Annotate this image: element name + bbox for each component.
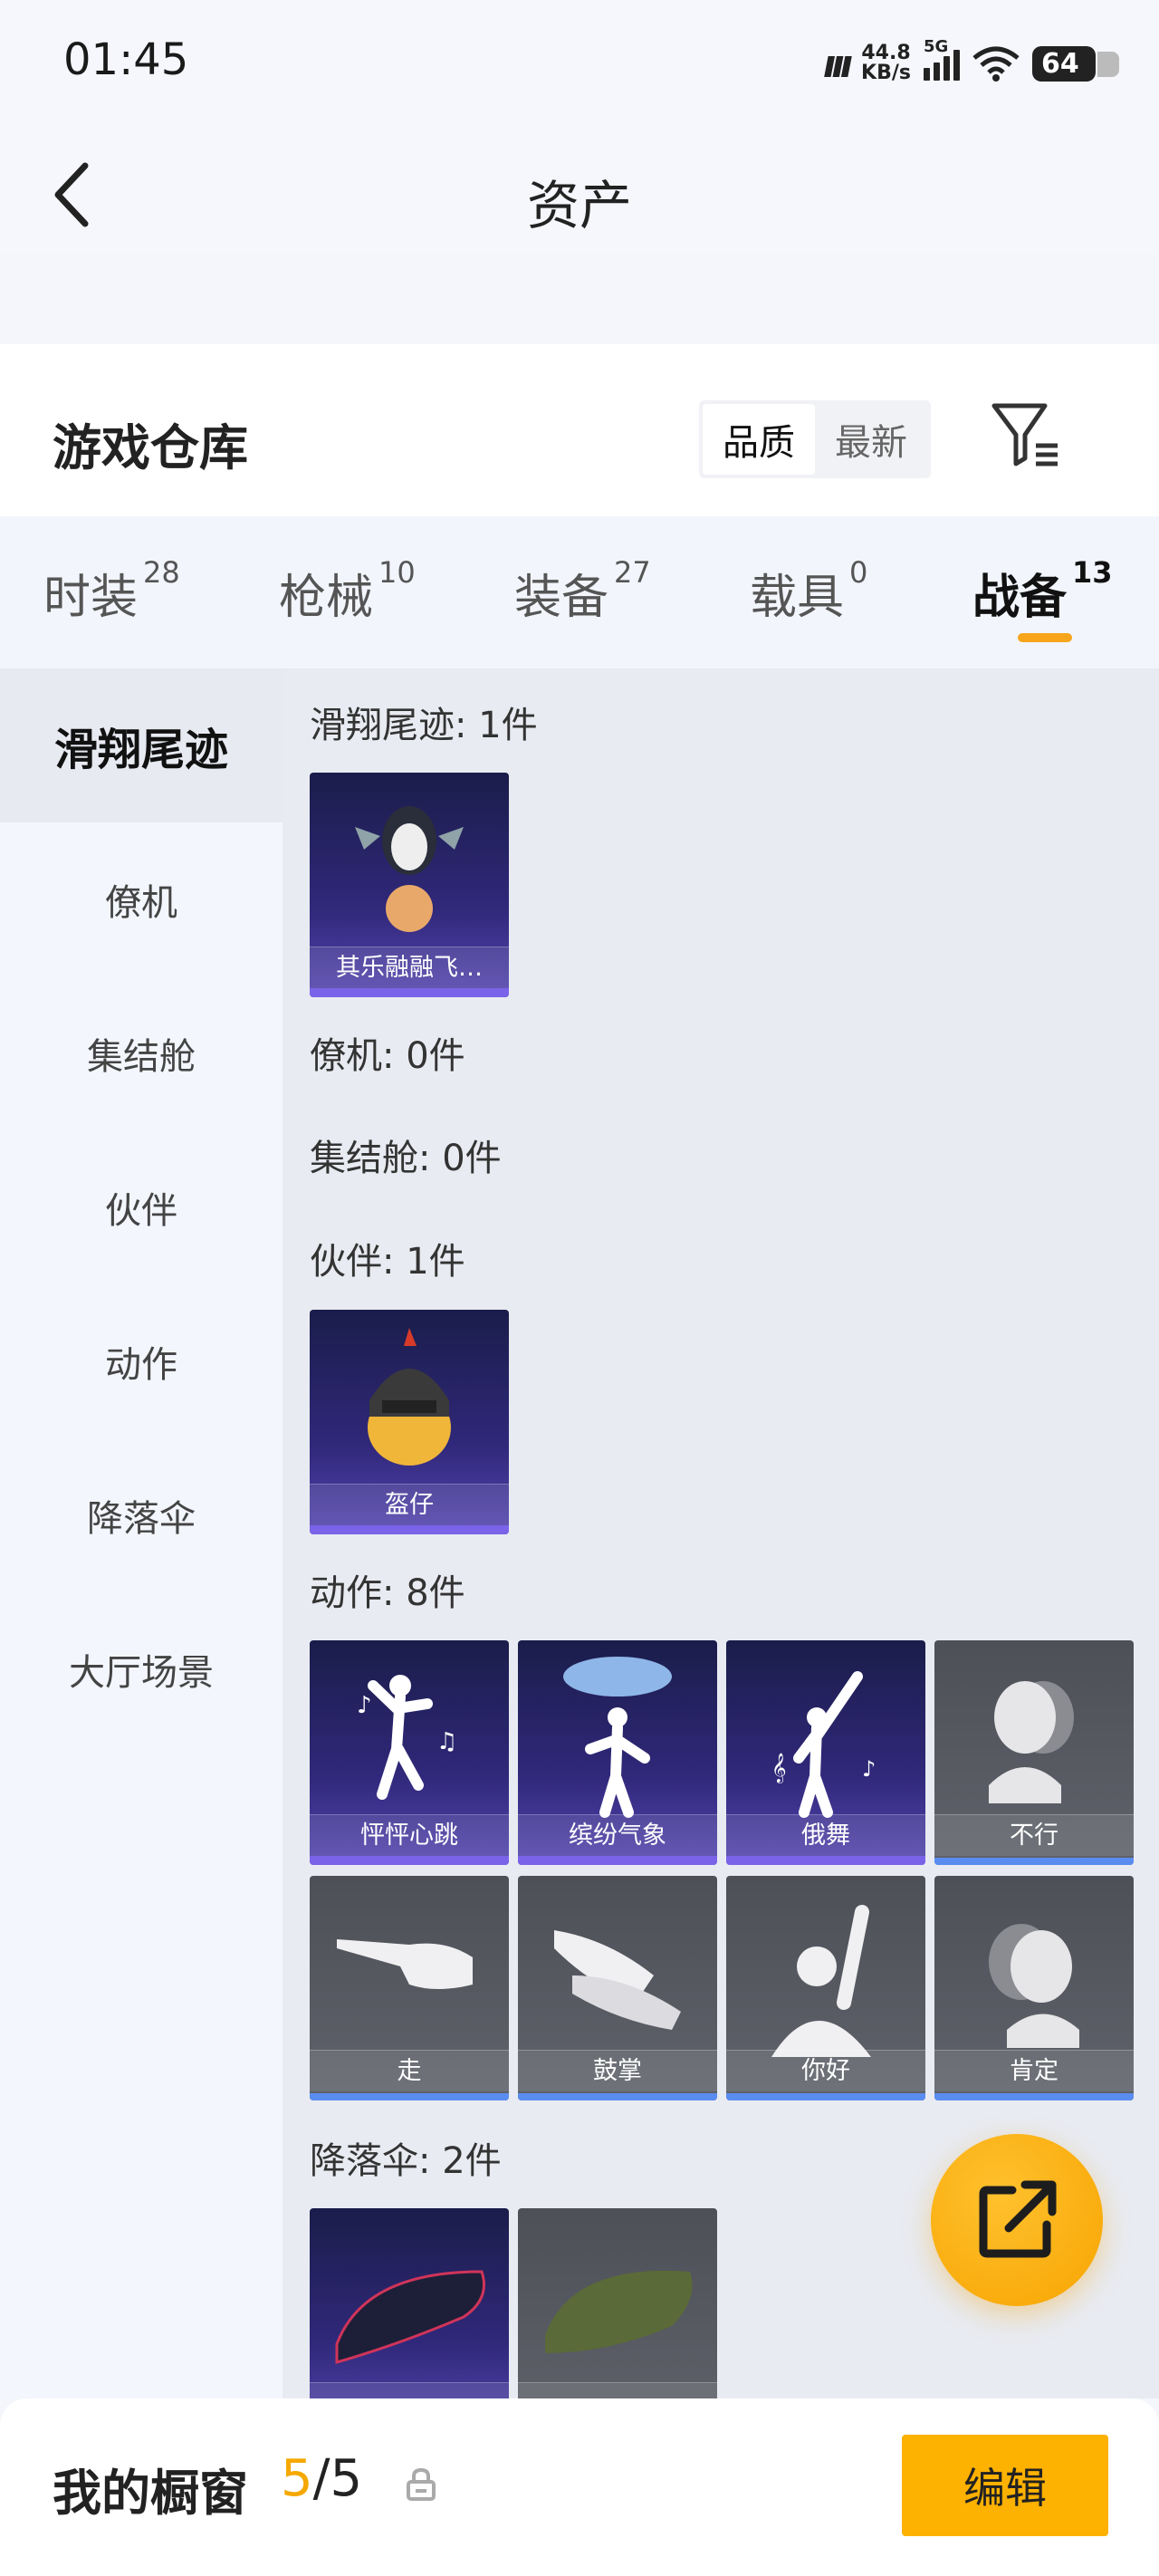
signal-icon: 5G xyxy=(924,37,960,81)
status-time: 01:45 xyxy=(63,34,189,85)
section-title-rally-pod: 集结舱: 0件 xyxy=(310,1138,502,1179)
section-title-glide-trail: 滑翔尾迹: 1件 xyxy=(310,705,538,746)
svg-text:♪: ♪ xyxy=(862,1756,876,1782)
item-label: 缤纷气象 xyxy=(518,1814,717,1856)
item-label: 肯定 xyxy=(934,2050,1134,2091)
clapping-hands-icon xyxy=(554,1930,681,2030)
filter-icon[interactable] xyxy=(989,399,1061,471)
item-card[interactable]: 不行 xyxy=(934,1640,1134,1865)
warehouse-title: 游戏仓库 xyxy=(53,419,248,476)
status-bar: 01:45 ııı 44.8 KB/s 5G 64 xyxy=(0,0,1159,127)
item-card[interactable]: 𝄞 ♪ 俄舞 xyxy=(726,1640,925,1865)
penguin-icon xyxy=(355,806,464,932)
tab-combat-gear[interactable]: 战备 13 xyxy=(972,555,1113,642)
sort-latest-button[interactable]: 最新 xyxy=(815,404,927,475)
showcase-title: 我的橱窗 xyxy=(53,2465,248,2522)
pointing-hand-icon xyxy=(337,1939,473,1989)
showcase-bar: 我的橱窗 5/5 编辑 xyxy=(0,2398,1159,2576)
dancer-arms-up-icon: 𝄞 ♪ xyxy=(771,1671,876,1818)
share-icon xyxy=(979,2180,1057,2258)
item-card[interactable]: 你好 xyxy=(726,1876,925,2100)
svg-text:♫: ♫ xyxy=(436,1728,457,1755)
item-label: 盔仔 xyxy=(310,1484,509,1525)
tab-active-underline xyxy=(1018,632,1072,642)
svg-text:♪: ♪ xyxy=(357,1692,372,1719)
item-label: 俄舞 xyxy=(726,1814,925,1856)
head-shake-icon xyxy=(989,1681,1074,1803)
lock-icon xyxy=(407,2467,436,2501)
item-card[interactable]: 鼓掌 xyxy=(518,1876,717,2100)
section-title-companion: 伙伴: 1件 xyxy=(310,1241,465,1283)
item-card[interactable]: 盔仔 xyxy=(310,1310,509,1534)
svg-text:𝄞: 𝄞 xyxy=(771,1753,787,1783)
tab-fashion[interactable]: 时装 28 xyxy=(43,555,180,627)
sort-toggle: 品质 最新 xyxy=(699,400,931,478)
network-speed: 44.8 KB/s xyxy=(861,42,911,84)
sidebar-item-companion[interactable]: 伙伴 xyxy=(0,1130,283,1284)
sidebar-item-parachute[interactable]: 降落伞 xyxy=(0,1438,283,1592)
tab-weapons[interactable]: 枪械 10 xyxy=(279,555,416,627)
item-label xyxy=(518,2382,717,2398)
tab-equipment[interactable]: 装备 27 xyxy=(514,555,651,627)
page-title: 资产 xyxy=(526,175,632,236)
item-label: 怦怦心跳 xyxy=(310,1814,509,1856)
parachute-icon xyxy=(335,2270,485,2364)
item-card[interactable]: 其乐融融飞… xyxy=(310,773,509,997)
subcategory-sidebar: 滑翔尾迹 僚机 集结舱 伙伴 动作 降落伞 大厅场景 xyxy=(0,668,283,2398)
item-card[interactable] xyxy=(310,2208,509,2398)
parachute-icon xyxy=(545,2270,693,2353)
section-title-wingman: 僚机: 0件 xyxy=(310,1035,465,1077)
wifi-icon xyxy=(972,46,1020,82)
section-title-parachute: 降落伞: 2件 xyxy=(310,2140,502,2182)
share-button[interactable] xyxy=(931,2134,1103,2306)
item-label: 你好 xyxy=(726,2050,925,2091)
sidebar-item-lobby-scene[interactable]: 大厅场景 xyxy=(0,1592,283,1746)
item-card[interactable]: 缤纷气象 xyxy=(518,1640,717,1865)
category-tabs: 时装 28 枪械 10 装备 27 载具 0 战备 13 xyxy=(0,516,1159,668)
waving-person-icon xyxy=(771,1905,871,2057)
sidebar-item-rally-pod[interactable]: 集结舱 xyxy=(0,976,283,1130)
item-label: 不行 xyxy=(934,1814,1134,1856)
helmet-chick-icon xyxy=(368,1328,451,1466)
sidebar-item-glide-trail[interactable]: 滑翔尾迹 xyxy=(0,668,283,822)
sort-quality-button[interactable]: 品质 xyxy=(703,404,815,475)
item-card[interactable]: 肯定 xyxy=(934,1876,1134,2100)
warehouse-header: 游戏仓库 品质 最新 xyxy=(0,344,1159,516)
item-label: 走 xyxy=(310,2050,509,2091)
battery-icon: 64 xyxy=(1032,45,1119,82)
status-icons: ııı 44.8 KB/s 5G 64 xyxy=(822,36,1119,91)
head-nod-icon xyxy=(989,1924,1079,2048)
item-card[interactable] xyxy=(518,2208,717,2398)
weather-icon xyxy=(563,1657,672,1818)
tab-vehicles[interactable]: 载具 0 xyxy=(750,555,867,627)
item-label xyxy=(310,2382,509,2398)
item-card[interactable]: ♪ ♫ 怦怦心跳 xyxy=(310,1640,509,1865)
showcase-count: 5/5 xyxy=(281,2449,363,2508)
carrier-logo-icon: ııı xyxy=(822,41,853,86)
item-label: 其乐融融飞… xyxy=(310,947,509,988)
sidebar-item-emote[interactable]: 动作 xyxy=(0,1284,283,1438)
item-label: 鼓掌 xyxy=(518,2050,717,2091)
dancer-icon: ♪♫ xyxy=(357,1675,457,1800)
sidebar-item-wingman[interactable]: 僚机 xyxy=(0,822,283,976)
page-header: 资产 xyxy=(0,127,1159,254)
section-title-emote: 动作: 8件 xyxy=(310,1572,465,1614)
item-card[interactable]: 走 xyxy=(310,1876,509,2100)
edit-button[interactable]: 编辑 xyxy=(902,2435,1108,2536)
